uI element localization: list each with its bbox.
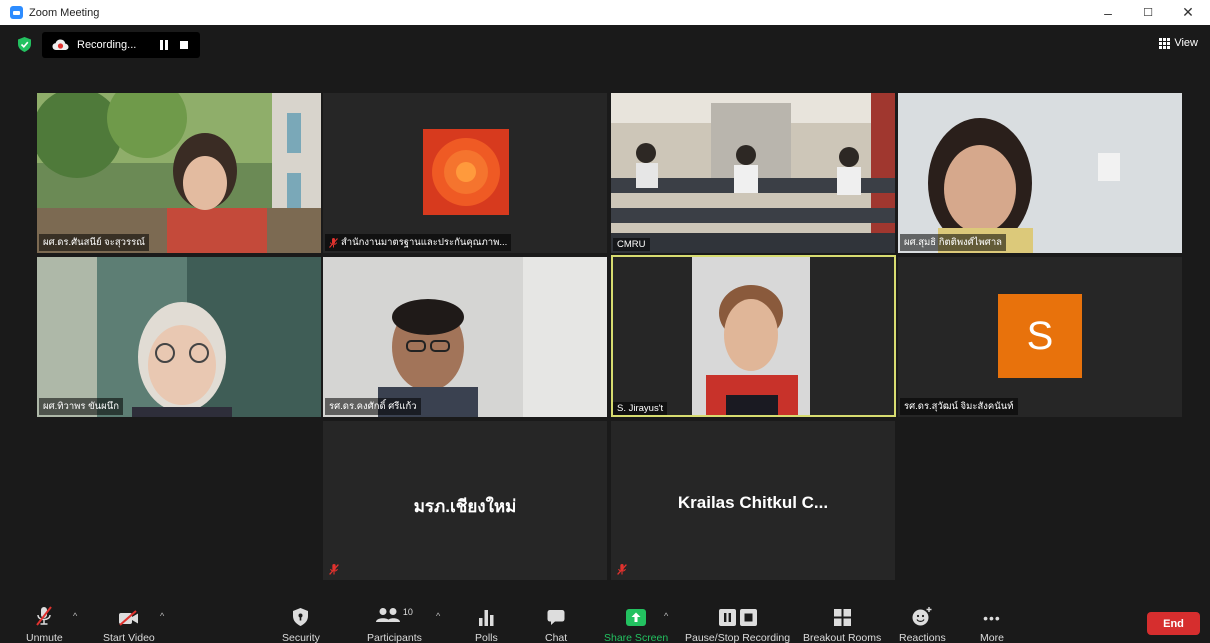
video-tile[interactable]: มรภ.เชียงใหม่: [323, 421, 607, 581]
video-tile[interactable]: ผศ.สุมธิ กิตติพงศ์ไพศาล: [898, 93, 1182, 253]
pause-icon: [718, 609, 736, 626]
video-off-icon: [118, 610, 138, 626]
participant-name: สำนักงานมาตรฐานและประกันคุณภาพ...: [341, 237, 508, 248]
participant-name-label: รศ.ดร.คงศักดิ์ ศรีแก้ว: [325, 398, 421, 415]
close-button[interactable]: ✕: [1170, 0, 1206, 25]
breakout-rooms-grid-icon: [833, 609, 851, 626]
audio-options-chevron-icon[interactable]: ^: [73, 611, 77, 621]
reactions-label: Reactions: [899, 632, 946, 643]
share-screen-button[interactable]: Share Screen: [604, 604, 668, 643]
participant-name-label: สำนักงานมาตรฐานและประกันคุณภาพ...: [325, 234, 512, 251]
participant-video: [898, 93, 1182, 253]
share-screen-arrow-icon: [626, 609, 647, 626]
security-shield-icon: [293, 608, 309, 626]
start-video-label: Start Video: [103, 632, 155, 643]
video-tile[interactable]: Krailas Chitkul C...: [611, 421, 895, 581]
participant-name-label: S. Jirayus't: [613, 402, 668, 415]
video-tile[interactable]: S รศ.ดร.สุวัฒน์ จิมะสังคนันท์: [898, 257, 1182, 417]
unmute-label: Unmute: [26, 632, 63, 643]
chat-label: Chat: [545, 632, 568, 643]
maximize-button[interactable]: ☐: [1130, 0, 1166, 25]
pause-stop-recording-label: Pause/Stop Recording: [685, 632, 791, 643]
participants-icon: [375, 608, 400, 622]
view-label: View: [1174, 37, 1198, 49]
view-button[interactable]: View: [1159, 37, 1198, 49]
participant-name: ผศ.ดร.ศันสนีย์ จะสุวรรณ์: [43, 237, 145, 248]
share-screen-label: Share Screen: [604, 632, 669, 643]
polls-button[interactable]: Polls: [475, 604, 498, 643]
muted-microphone-icon: [36, 606, 53, 626]
participant-display-name: มรภ.เชียงใหม่: [413, 497, 517, 516]
recording-status-text: Recording...: [77, 39, 137, 51]
participant-name: รศ.ดร.สุวัฒน์ จิมะสังคนันท์: [904, 401, 1014, 412]
more-button[interactable]: ••• More: [980, 604, 1004, 643]
meeting-toolbar: Unmute ^ Start Video ^ Security 10 Parti…: [0, 580, 1210, 643]
video-options-chevron-icon[interactable]: ^: [160, 611, 164, 621]
security-button[interactable]: Security: [282, 604, 320, 643]
window-title: Zoom Meeting: [29, 6, 100, 19]
more-label: More: [980, 632, 1004, 643]
zoom-meeting-window: Zoom Meeting – ☐ ✕ Recording... View ผศ.…: [0, 0, 1210, 643]
active-speaker-video-tile[interactable]: S. Jirayus't: [611, 255, 896, 417]
participant-name: S. Jirayus't: [617, 403, 664, 414]
reactions-smiley-icon: [912, 607, 932, 626]
security-label: Security: [282, 632, 320, 643]
participants-count-badge: 10: [402, 607, 413, 617]
participant-name-label: CMRU: [613, 238, 650, 251]
participant-name: ผศ.สุมธิ กิตติพงศ์ไพศาล: [904, 237, 1002, 248]
video-tile[interactable]: สำนักงานมาตรฐานและประกันคุณภาพ...: [323, 93, 607, 253]
participant-name-label: รศ.ดร.สุวัฒน์ จิมะสังคนันท์: [900, 398, 1018, 415]
grid-view-icon: [1159, 37, 1171, 49]
video-tile[interactable]: ผศ.ดร.ศันสนีย์ จะสุวรรณ์: [37, 93, 321, 253]
share-options-chevron-icon[interactable]: ^: [664, 611, 668, 621]
polls-bar-chart-icon: [478, 610, 494, 626]
participant-video: [611, 255, 896, 417]
video-tile[interactable]: รศ.ดร.คงศักดิ์ ศรีแก้ว: [323, 257, 607, 417]
title-bar: Zoom Meeting – ☐ ✕: [0, 0, 1210, 25]
pause-recording-icon[interactable]: [159, 40, 169, 50]
pause-stop-recording-button[interactable]: Pause/Stop Recording: [685, 604, 790, 643]
recording-indicator: Recording...: [42, 32, 200, 58]
breakout-rooms-button[interactable]: Breakout Rooms: [803, 604, 881, 643]
participant-name: รศ.ดร.คงศักดิ์ ศรีแก้ว: [329, 401, 417, 412]
participant-video: [37, 257, 321, 417]
stop-recording-icon[interactable]: [180, 41, 188, 49]
start-video-button[interactable]: Start Video: [103, 604, 155, 643]
participants-button[interactable]: 10 Participants: [367, 604, 422, 643]
meeting-top-bar: Recording... View: [0, 25, 1210, 65]
end-meeting-button[interactable]: End: [1147, 612, 1200, 635]
participant-display-name: Krailas Chitkul C...: [677, 493, 829, 512]
zoom-app-icon: [10, 6, 23, 19]
video-tile[interactable]: ผศ.ทิวาพร ขันผนึก: [37, 257, 321, 417]
muted-microphone-icon: [329, 564, 339, 575]
participant-name: CMRU: [617, 239, 646, 250]
participant-name-label: ผศ.สุมธิ กิตติพงศ์ไพศาล: [900, 234, 1006, 251]
participant-video: [37, 93, 321, 253]
participant-avatar: S: [998, 294, 1082, 378]
chat-bubble-icon: [547, 610, 565, 625]
stop-icon: [739, 609, 757, 626]
participants-options-chevron-icon[interactable]: ^: [436, 611, 440, 621]
participant-video: [323, 257, 607, 417]
cloud-record-icon: [52, 39, 69, 50]
chat-button[interactable]: Chat: [545, 604, 567, 643]
participants-label: Participants: [367, 632, 422, 643]
more-dots-icon: •••: [983, 610, 1001, 626]
polls-label: Polls: [475, 632, 498, 643]
reactions-button[interactable]: Reactions: [899, 604, 946, 643]
muted-microphone-icon: [329, 237, 338, 248]
participant-video: [611, 93, 895, 253]
video-tile[interactable]: CMRU: [611, 93, 895, 253]
breakout-rooms-label: Breakout Rooms: [803, 632, 882, 643]
security-shield-icon[interactable]: [18, 37, 31, 52]
participant-name-label: ผศ.ดร.ศันสนีย์ จะสุวรรณ์: [39, 234, 149, 251]
participant-name-label: ผศ.ทิวาพร ขันผนึก: [39, 398, 123, 415]
unmute-button[interactable]: Unmute: [26, 604, 63, 643]
minimize-button[interactable]: –: [1090, 0, 1126, 25]
participant-name: ผศ.ทิวาพร ขันผนึก: [43, 401, 119, 412]
participant-profile-picture: [323, 93, 607, 253]
muted-microphone-icon: [617, 564, 627, 575]
